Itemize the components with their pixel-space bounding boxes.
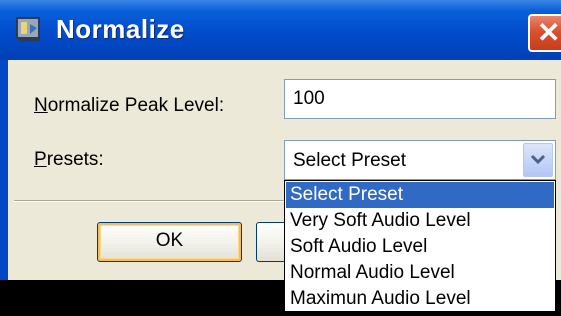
app-icon (14, 14, 44, 44)
preset-option-soft[interactable]: Soft Audio Level (286, 234, 554, 260)
presets-label: Presets: (34, 148, 104, 172)
close-icon: ✕ (537, 17, 561, 48)
preset-option-normal[interactable]: Normal Audio Level (286, 260, 554, 286)
close-button[interactable]: ✕ (528, 14, 561, 52)
presets-dropdown-list[interactable]: Select Preset Very Soft Audio Level Soft… (284, 180, 556, 312)
chevron-down-icon (530, 154, 546, 165)
window-title: Normalize (56, 14, 185, 44)
presets-select[interactable]: Select Preset (284, 140, 556, 180)
peak-level-label: Normalize Peak Level: (34, 94, 224, 118)
preset-option-select-preset[interactable]: Select Preset (286, 182, 554, 208)
title-bar[interactable]: Normalize ✕ (0, 0, 561, 60)
peak-level-label-text: ormalize Peak Level: (47, 95, 225, 116)
presets-select-value: Select Preset (293, 150, 406, 171)
peak-level-input[interactable] (284, 79, 556, 119)
separator (14, 200, 286, 202)
ok-button[interactable]: OK (97, 222, 242, 262)
normalize-dialog: Normalize ✕ Normalize Peak Level: Preset… (0, 0, 561, 316)
preset-option-very-soft[interactable]: Very Soft Audio Level (286, 208, 554, 234)
window-frame-left (0, 60, 8, 280)
preset-option-maximum[interactable]: Maximun Audio Level (286, 286, 554, 312)
presets-label-text: resets: (46, 149, 104, 170)
dropdown-button[interactable] (523, 143, 553, 177)
presets-label-accesskey: P (34, 149, 47, 170)
peak-level-label-accesskey: N (34, 95, 48, 116)
